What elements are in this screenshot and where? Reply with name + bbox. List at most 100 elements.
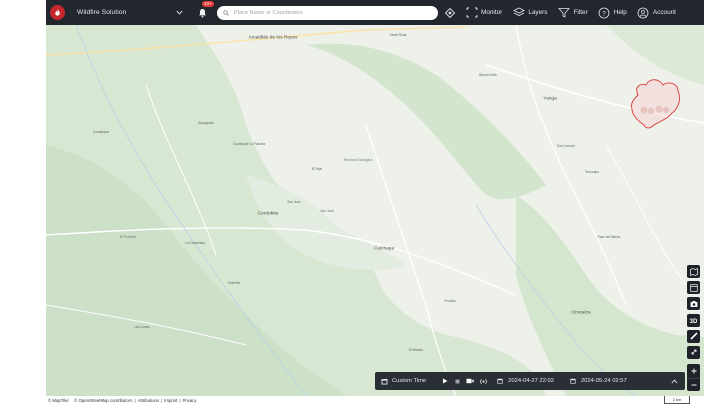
broadcast-button[interactable] [478, 376, 488, 386]
map-tool-controls: 3D [687, 265, 700, 359]
stop-button[interactable] [452, 376, 462, 386]
start-date-field[interactable]: 2024-04-27 22:02 [497, 378, 554, 384]
privacy-link[interactable]: Privacy [182, 398, 196, 403]
measure-button[interactable] [687, 329, 700, 343]
osm-link[interactable]: © OpenStreetMap contributors [74, 398, 132, 403]
place-label: Santa Rosa [389, 33, 407, 37]
svg-text:3D: 3D [690, 319, 698, 324]
ruler-icon [689, 332, 698, 340]
place-label: San Lorenzo [556, 144, 576, 148]
place-label: Cuichapa [373, 246, 395, 252]
camera-icon [690, 300, 697, 307]
screenshot-button[interactable] [687, 297, 700, 311]
time-range-selector[interactable]: Custom Time [381, 378, 426, 385]
search-input[interactable] [234, 9, 434, 16]
place-label: San José [320, 209, 334, 213]
zoom-in-button[interactable] [687, 364, 700, 378]
notifications-button[interactable]: 10+ [195, 0, 214, 20]
broadcast-icon [479, 378, 487, 384]
place-label: Tezonapa [585, 170, 599, 174]
nav-layers-label: Layers [528, 9, 548, 16]
video-camera-icon [466, 378, 474, 384]
place-label: Paso del Macho [597, 235, 621, 239]
place-label: Cuautlapan [92, 130, 110, 134]
zoom-control [687, 364, 700, 391]
place-label: San Juan [287, 200, 301, 204]
timeline-collapse-button[interactable] [669, 376, 679, 386]
stop-icon [455, 379, 460, 383]
bell-icon [198, 8, 206, 17]
attributions-link[interactable]: Attributions [138, 398, 160, 403]
place-label: Buena Vista [479, 73, 497, 77]
flame-logo-icon [50, 5, 65, 20]
filter-icon [558, 6, 571, 19]
place-label: Amatitlán de los Reyes [248, 35, 298, 41]
basemap-button[interactable] [687, 281, 700, 295]
expand-icon [691, 350, 696, 355]
map-icon [689, 267, 698, 276]
map-attribution: © MapTiler © OpenStreetMap contributors … [46, 396, 704, 405]
zoom-out-button[interactable] [687, 377, 700, 392]
brand-selector[interactable]: Wildfire Solution [46, 5, 191, 20]
record-button[interactable] [465, 376, 475, 386]
nav-help-label: Help [613, 9, 627, 16]
nav-account-label: Account [652, 9, 676, 16]
chevron-up-icon [670, 379, 678, 383]
place-label: El Porvenir [120, 235, 136, 239]
monitor-frame-icon [465, 6, 478, 19]
place-label: Las Lomas [134, 325, 150, 329]
search-box[interactable] [217, 5, 438, 20]
place-label: El Mirador [408, 348, 424, 352]
toggle-3d-button[interactable]: 3D [687, 313, 700, 327]
place-label: La Candelaria [185, 241, 205, 245]
play-icon [443, 378, 448, 384]
start-date-value: 2024-04-27 22:02 [508, 378, 554, 384]
place-label: Presidio [444, 299, 456, 303]
help-icon: ? [598, 6, 611, 19]
brand-name: Wildfire Solution [77, 9, 127, 16]
window-icon [689, 284, 698, 292]
fullscreen-button[interactable] [687, 345, 700, 359]
account-icon [637, 6, 650, 19]
play-button[interactable] [440, 376, 450, 386]
end-date-value: 2024-05-24 02:57 [580, 378, 627, 384]
map-canvas[interactable]: Amatitlán de los Reyes Yanga Cordobita C… [46, 25, 704, 396]
calendar-icon [570, 378, 576, 384]
svg-text:?: ? [602, 10, 606, 17]
place-label: Yanga [543, 96, 557, 102]
nav-monitor[interactable]: Monitor [465, 6, 502, 19]
imprint-link[interactable]: Imprint [164, 398, 177, 403]
nav-account[interactable]: Account [637, 6, 676, 19]
minus-icon [691, 384, 696, 386]
nav-monitor-label: Monitor [481, 9, 503, 16]
plus-icon [691, 368, 696, 374]
notification-count-badge: 10+ [202, 0, 214, 7]
place-label: Guadalupe La Patrona [232, 142, 266, 146]
park-label: Reserva Ecológica [343, 158, 373, 162]
nav-filter[interactable]: Filter [558, 6, 588, 19]
time-range-label: Custom Time [392, 378, 427, 384]
place-label: El Tejar [311, 167, 323, 171]
end-date-field[interactable]: 2024-05-24 02:57 [570, 378, 627, 384]
timeline-bar: Custom Time 2024-04-27 22:02 2024-05-24 … [375, 372, 685, 390]
maptiler-link[interactable]: © MapTiler [48, 398, 69, 403]
layers-icon [512, 6, 525, 19]
place-label: Potrerillo [227, 281, 241, 285]
place-label: Cordobita [257, 211, 279, 217]
place-label: Atoyaquillo [198, 121, 214, 125]
chevron-down-icon [176, 10, 183, 15]
map-style-button[interactable] [687, 265, 700, 278]
nav-filter-label: Filter [573, 9, 588, 16]
locate-button[interactable] [444, 7, 456, 19]
place-label: Omealca [571, 310, 591, 316]
scale-bar: 2 km [664, 396, 690, 404]
calendar-range-icon [381, 378, 388, 384]
nav-layers[interactable]: Layers [512, 6, 548, 19]
crosshair-icon [445, 7, 455, 18]
calendar-icon [497, 378, 503, 384]
search-icon [223, 9, 229, 16]
nav-help[interactable]: ? Help [598, 6, 627, 19]
3d-icon: 3D [690, 319, 698, 324]
top-bar: Wildfire Solution 10+ Monitor Layers Fil… [46, 0, 704, 25]
map-basemap [46, 25, 704, 396]
